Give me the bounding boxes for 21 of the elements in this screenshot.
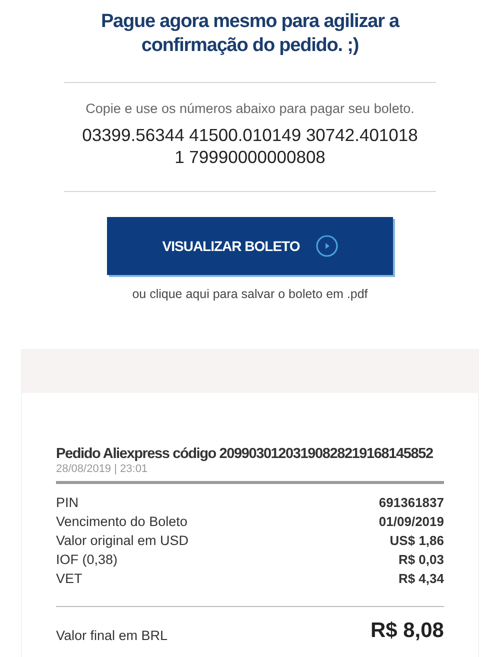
- row-label: PIN: [56, 495, 79, 510]
- total-value: R$ 8,08: [370, 619, 444, 643]
- order-date: 28/08/2019 | 23:01: [56, 463, 149, 475]
- save-pdf-link[interactable]: ou clique aqui para salvar o boleto em .pdf: [132, 287, 368, 301]
- total-label: Valor final em BRL: [56, 628, 168, 643]
- instruction-text: Copie e use os números abaixo para pagar seu boleto.: [86, 101, 414, 116]
- row-value: R$ 0,03: [398, 552, 444, 567]
- row-value: 691361837: [378, 495, 444, 510]
- barcode-number: 1 79990000000808: [174, 146, 326, 168]
- barcode-number: 03399.56344 41500.010149 30742.401018: [82, 124, 418, 146]
- page-heading: Pague agora mesmo para agilizar a confirmação do pedido. ;): [100, 10, 401, 58]
- row-value: R$ 4,34: [398, 571, 444, 586]
- row-label: Vencimento do Boleto: [56, 514, 188, 529]
- row-label: IOF (0,38): [56, 552, 118, 567]
- view-boleto-button[interactable]: VISUALIZAR BOLETO: [107, 217, 393, 275]
- row-value: 01/09/2019: [378, 514, 444, 529]
- row-value: US$ 1,86: [390, 533, 444, 548]
- order-title: Pedido Aliexpress código 20990301203190828219168145852: [56, 446, 434, 462]
- play-circle-icon: [316, 235, 338, 257]
- row-label: Valor original em USD: [56, 533, 189, 548]
- row-label: VET: [56, 571, 82, 586]
